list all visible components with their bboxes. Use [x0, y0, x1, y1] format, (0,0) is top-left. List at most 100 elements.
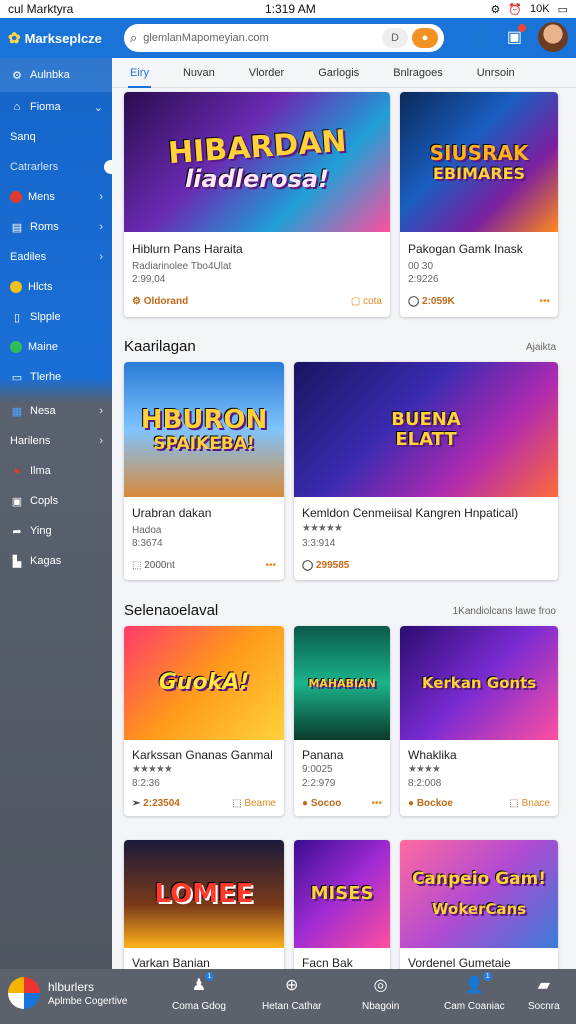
sidebar-item-ying[interactable]: ➦ Ying: [0, 516, 112, 546]
search-go-button[interactable]: ●: [412, 28, 438, 48]
logo-icon: ✿: [8, 30, 21, 47]
sidebar-item-kagas[interactable]: ▙ Kagas: [0, 546, 112, 576]
sidebar-item-label: Roms: [30, 221, 59, 233]
thumbnail-title: MAHABIAN: [308, 676, 376, 690]
game-thumbnail: SIUSRAK EBIMARES: [400, 92, 558, 232]
plus-circle-icon: ⊕: [285, 977, 299, 994]
publisher-text: Socoo: [310, 798, 342, 809]
check-icon: [10, 341, 22, 353]
tab-unrsoin[interactable]: Unrsoin: [477, 67, 515, 79]
sidebar-item-search[interactable]: Sanq: [0, 122, 112, 152]
thumbnail-subtitle: EBIMARES: [432, 163, 526, 183]
sidebar-item-label: Ying: [30, 525, 52, 537]
thumbnail-subtitle: liadlerosa!: [184, 165, 330, 193]
notification-badge: [518, 24, 526, 32]
game-thumbnail: MAHABIAN: [294, 626, 390, 740]
nav-cam[interactable]: 👤 1 Cam Coaniac: [444, 972, 505, 1012]
sidebar-item-label: Sanq: [10, 131, 36, 143]
section-title: Kaarilagan: [124, 338, 196, 355]
publisher-label[interactable]: ● Bockoe: [408, 798, 453, 809]
more-menu[interactable]: •••: [539, 296, 550, 307]
sidebar-item-roms[interactable]: ▤ Roms ›: [0, 212, 112, 242]
comments-label[interactable]: ◯ 2:059K: [408, 296, 455, 307]
downloads-text: 2000nt: [144, 560, 175, 571]
game-card[interactable]: Canpeio Gam! WokerCans Vordenel Gumetaie: [400, 840, 558, 969]
card-footer: ● Bockoe ⬚ Bnace: [408, 798, 550, 809]
user-icon[interactable]: 👤: [471, 27, 491, 47]
game-rating-count: 2:99,04: [132, 274, 166, 285]
install-label[interactable]: ⬚ Bnace: [509, 798, 550, 809]
downloads-label[interactable]: ⬚ 2000nt: [132, 560, 175, 571]
game-card[interactable]: LOMEE Varkan Banian: [124, 840, 284, 969]
game-rating-count: 2:2:979: [302, 778, 336, 789]
sidebar-item-copls[interactable]: ▣ Copls: [0, 486, 112, 516]
target-icon: ◎: [373, 977, 388, 994]
game-card[interactable]: SIUSRAK EBIMARES Pakogan Gamk Inask 00 3…: [400, 92, 558, 317]
sidebar-item-eadiles[interactable]: Eadiles ›: [0, 242, 112, 272]
account-summary[interactable]: hlburlers Aplmbe Cogertive: [8, 977, 127, 1009]
thumbnail-title: LOMEE: [154, 879, 254, 909]
install-label[interactable]: ⬚ Beame: [232, 798, 276, 809]
notification-icon[interactable]: ▣: [507, 24, 526, 47]
search-bar[interactable]: ⌕ glemlanMapomeyian.com D ●: [124, 24, 444, 52]
section-link[interactable]: Ajaikta: [526, 342, 556, 353]
game-card[interactable]: HBURON SPAIKEBA! Urabran dakan Hadoa 8:3…: [124, 362, 284, 580]
avatar[interactable]: [538, 22, 568, 52]
sidebar-item-home[interactable]: ⌂ Fioma ⌄: [0, 92, 112, 122]
sidebar-item-harilens[interactable]: Harilens ›: [0, 426, 112, 456]
red-dot-icon: [10, 191, 22, 203]
user-icon: 👤 1: [464, 972, 493, 995]
game-card[interactable]: MISES Facn Bak: [294, 840, 390, 969]
thumbnail-title: MISES: [310, 883, 374, 904]
more-menu[interactable]: •••: [371, 798, 382, 809]
publisher-text: Bockoe: [416, 798, 453, 809]
publisher-label[interactable]: ● Socoo: [302, 798, 341, 809]
bottom-nav: hlburlers Aplmbe Cogertive ♟ 1 Coma Gdog …: [0, 969, 576, 1024]
nav-nbagoin[interactable]: ◎ Nbagoin: [362, 975, 399, 1012]
sidebar-item-slpple[interactable]: ▯ Slpple: [0, 302, 112, 332]
sidebar-item-categories[interactable]: Catrarlers: [0, 152, 118, 182]
action-label[interactable]: ▢ cota: [351, 296, 382, 307]
tab-vlorder[interactable]: Vlorder: [249, 67, 284, 79]
section-link[interactable]: 1Kandiolcans lawe froo: [453, 606, 556, 617]
star-rating: ★★★★★: [302, 523, 343, 534]
game-rating-count: 8:3674: [132, 538, 163, 549]
comments-label[interactable]: ◯ 299585: [302, 560, 349, 571]
sidebar-item-tlerhe[interactable]: ▭ Tlerhe: [0, 362, 112, 392]
sidebar-item-maine[interactable]: Maine: [0, 332, 112, 362]
game-card[interactable]: BUENA ELATT Kemldon Cenmeiisal Kangren H…: [294, 362, 558, 580]
game-card[interactable]: GuokA! Karkssan Gnanas Ganmal ★★★★★ 8:2:…: [124, 626, 284, 816]
nav-hetan[interactable]: ⊕ Hetan Cathar: [262, 975, 321, 1012]
sidebar-item-menus[interactable]: Mens ›: [0, 182, 112, 212]
share-label[interactable]: ➢ 2:23504: [132, 798, 180, 809]
thumbnail-title: Kerkan Gonts: [421, 673, 537, 692]
tab-eiry[interactable]: Eiry: [128, 67, 151, 88]
sidebar-item-account[interactable]: ⚙ Aulnbka: [0, 58, 112, 92]
account-text: hlburlers Aplmbe Cogertive: [48, 980, 127, 1007]
nav-socnra[interactable]: ▰ Socnra: [528, 975, 560, 1012]
thumbnail-subtitle: ELATT: [395, 428, 457, 450]
search-option-button[interactable]: D: [382, 28, 408, 48]
brand[interactable]: ✿ Markseplcze: [0, 29, 112, 47]
yellow-dot-icon: [10, 281, 22, 293]
search-input[interactable]: glemlanMapomeyian.com: [143, 32, 382, 44]
tab-garlogis[interactable]: Garlogis: [318, 67, 359, 79]
share-text: 2:23504: [143, 798, 180, 809]
tab-nuvan[interactable]: Nuvan: [183, 67, 215, 79]
sidebar-item-ilma[interactable]: ● Ilma: [0, 456, 112, 486]
tab-bnlragoes[interactable]: Bnlragoes: [393, 67, 443, 79]
more-menu[interactable]: •••: [265, 560, 276, 571]
game-thumbnail: MISES: [294, 840, 390, 948]
sidebar-item-hlcts[interactable]: Hlcts: [0, 272, 112, 302]
game-card[interactable]: HIBARDAN liadlerosa! Hiblurn Pans Harait…: [124, 92, 390, 317]
game-title: Facn Bak: [302, 956, 353, 969]
nav-label: Coma Gdog: [172, 1001, 226, 1012]
game-card[interactable]: MAHABIAN Panana 9:0025 2:2:979 ● Socoo •…: [294, 626, 390, 816]
game-thumbnail: GuokA!: [124, 626, 284, 740]
category-tabs: Eiry Nuvan Vlorder Garlogis Bnlragoes Un…: [112, 58, 576, 88]
publisher-label[interactable]: ⚙ Oldorand: [132, 296, 188, 307]
game-card[interactable]: Kerkan Gonts Whaklika ★★★★ 8:2:008 ● Boc…: [400, 626, 558, 816]
nav-game[interactable]: ♟ 1 Coma Gdog: [172, 972, 226, 1012]
sidebar-item-nesa[interactable]: ▦ Nesa ›: [0, 396, 112, 426]
game-title: Whaklika: [408, 748, 457, 762]
